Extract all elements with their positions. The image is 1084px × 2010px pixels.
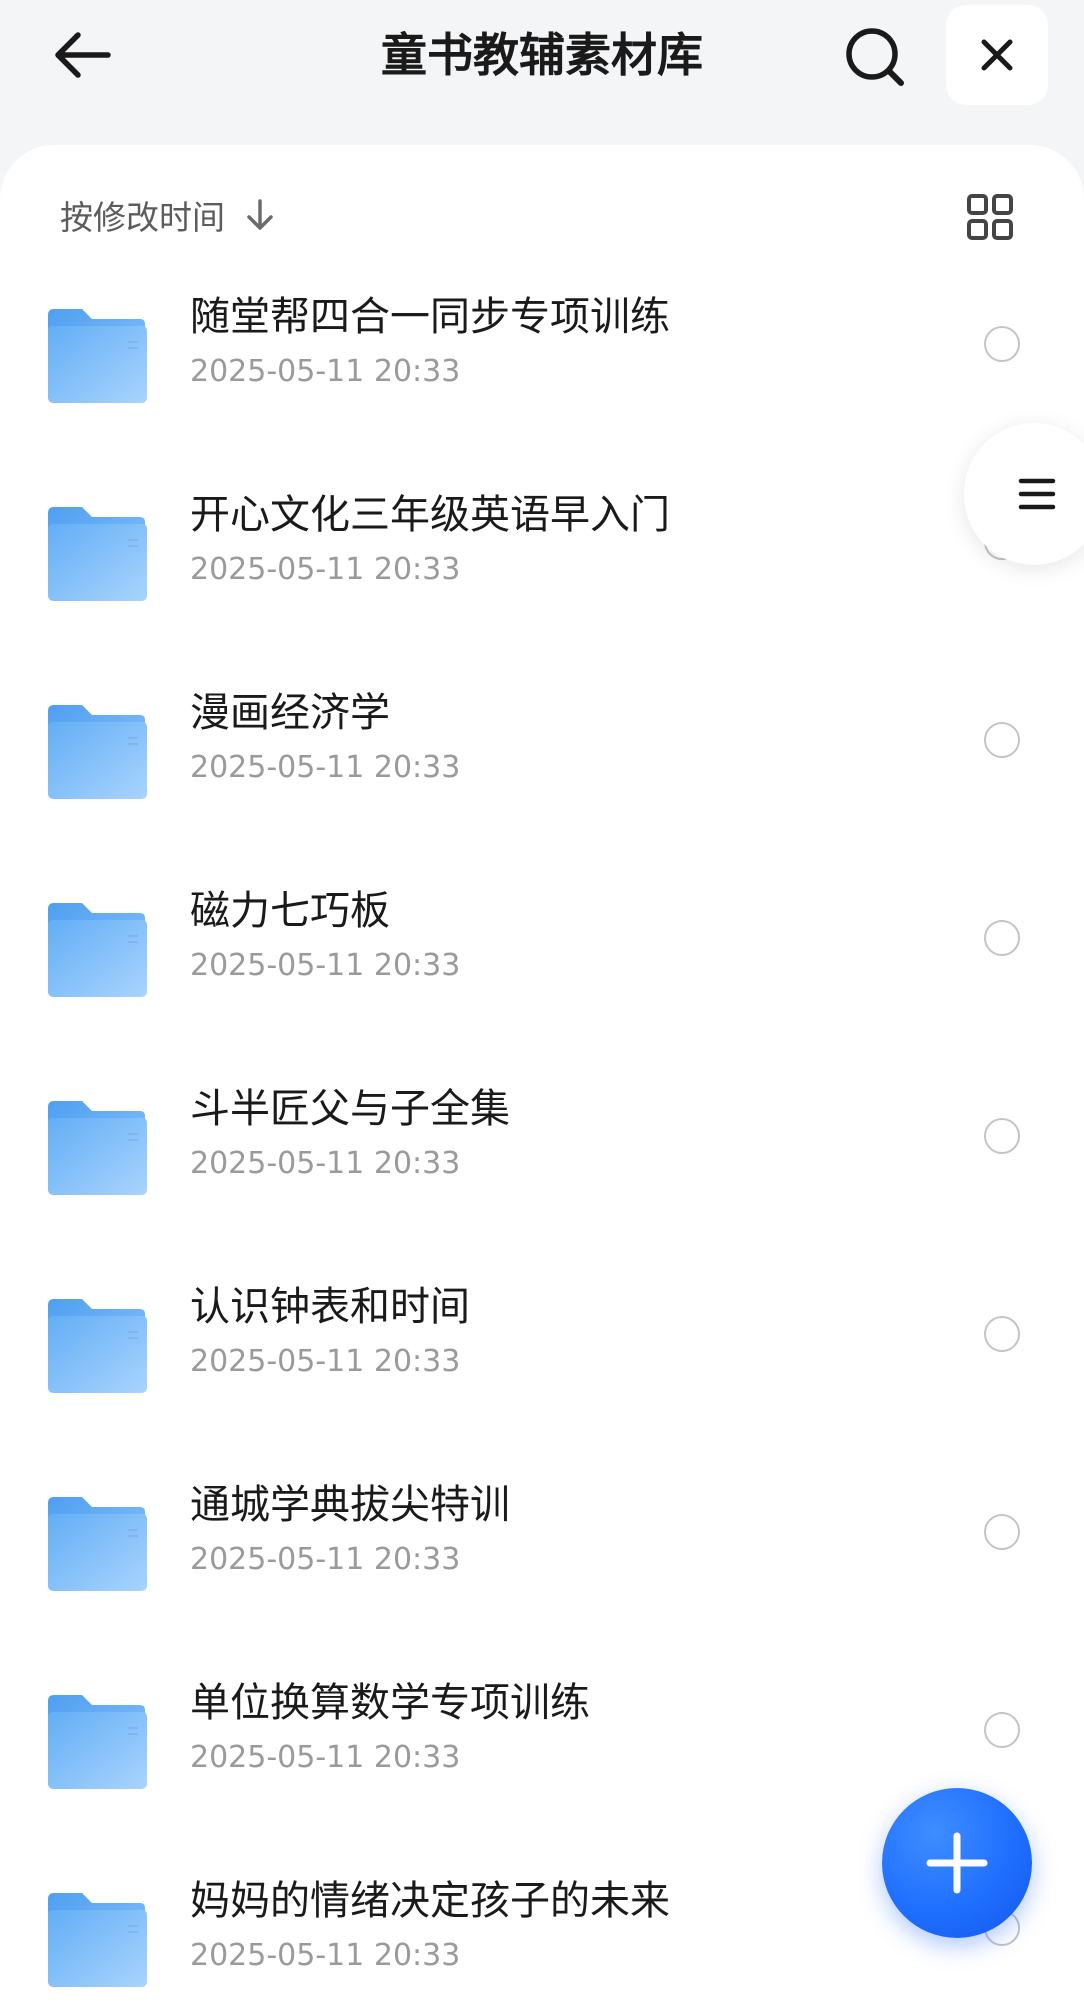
close-button[interactable] (946, 5, 1048, 105)
file-name: 单位换算数学专项训练 (190, 1680, 590, 1726)
file-name: 斗半匠父与子全集 (190, 1086, 510, 1132)
file-row[interactable]: 开心文化三年级英语早入门 2025-05-11 20:33 (0, 481, 1084, 679)
folder-icon (48, 1297, 148, 1393)
select-radio[interactable] (984, 1118, 1020, 1154)
folder-icon (48, 505, 148, 601)
search-icon (846, 28, 904, 86)
file-name: 磁力七巧板 (190, 888, 390, 934)
file-date: 2025-05-11 20:33 (190, 948, 461, 983)
file-sheet: 按修改时间 随堂帮四合一同步专项训练 2025-05-11 20:33 开心文化… (0, 145, 1084, 2010)
file-name: 通城学典拔尖特训 (190, 1482, 510, 1528)
folder-icon (48, 1891, 148, 1987)
select-radio[interactable] (984, 326, 1020, 362)
file-row[interactable]: 漫画经济学 2025-05-11 20:33 (0, 679, 1084, 877)
file-date: 2025-05-11 20:33 (190, 354, 461, 389)
grid-view-icon (967, 194, 1013, 240)
file-row[interactable]: 通城学典拔尖特训 2025-05-11 20:33 (0, 1471, 1084, 1669)
file-date: 2025-05-11 20:33 (190, 1542, 461, 1577)
file-date: 2025-05-11 20:33 (190, 750, 461, 785)
folder-icon (48, 1693, 148, 1789)
select-radio[interactable] (984, 722, 1020, 758)
add-button[interactable] (882, 1788, 1032, 1938)
file-date: 2025-05-11 20:33 (190, 552, 461, 587)
menu-icon (1018, 478, 1056, 510)
file-name: 妈妈的情绪决定孩子的未来 (190, 1878, 670, 1924)
folder-icon (48, 1495, 148, 1591)
grid-view-button[interactable] (962, 189, 1018, 245)
file-date: 2025-05-11 20:33 (190, 1740, 461, 1775)
plus-icon (926, 1832, 988, 1894)
select-radio[interactable] (984, 920, 1020, 956)
search-button[interactable] (840, 22, 910, 92)
folder-icon (48, 901, 148, 997)
file-date: 2025-05-11 20:33 (190, 1146, 461, 1181)
select-radio[interactable] (984, 1514, 1020, 1550)
folder-icon (48, 307, 148, 403)
close-icon (981, 39, 1013, 71)
back-button[interactable] (44, 22, 120, 88)
file-name: 开心文化三年级英语早入门 (190, 492, 670, 538)
file-name: 漫画经济学 (190, 690, 390, 736)
arrow-down-icon (245, 198, 275, 232)
sort-label: 按修改时间 (60, 198, 225, 237)
folder-icon (48, 703, 148, 799)
folder-icon (48, 1099, 148, 1195)
sort-selector[interactable]: 按修改时间 (60, 187, 275, 243)
file-date: 2025-05-11 20:33 (190, 1344, 461, 1379)
top-bar: 童书教辅素材库 (0, 0, 1084, 150)
select-radio[interactable] (984, 1712, 1020, 1748)
page-title: 童书教辅素材库 (381, 28, 703, 82)
arrow-left-icon (55, 32, 111, 78)
file-row[interactable]: 斗半匠父与子全集 2025-05-11 20:33 (0, 1075, 1084, 1273)
file-row[interactable]: 磁力七巧板 2025-05-11 20:33 (0, 877, 1084, 1075)
select-radio[interactable] (984, 1316, 1020, 1352)
file-row[interactable]: 随堂帮四合一同步专项训练 2025-05-11 20:33 (0, 283, 1084, 481)
file-name: 随堂帮四合一同步专项训练 (190, 294, 670, 340)
file-row[interactable]: 认识钟表和时间 2025-05-11 20:33 (0, 1273, 1084, 1471)
file-list: 随堂帮四合一同步专项训练 2025-05-11 20:33 开心文化三年级英语早… (0, 283, 1084, 2010)
file-name: 认识钟表和时间 (190, 1284, 470, 1330)
file-date: 2025-05-11 20:33 (190, 1938, 461, 1973)
